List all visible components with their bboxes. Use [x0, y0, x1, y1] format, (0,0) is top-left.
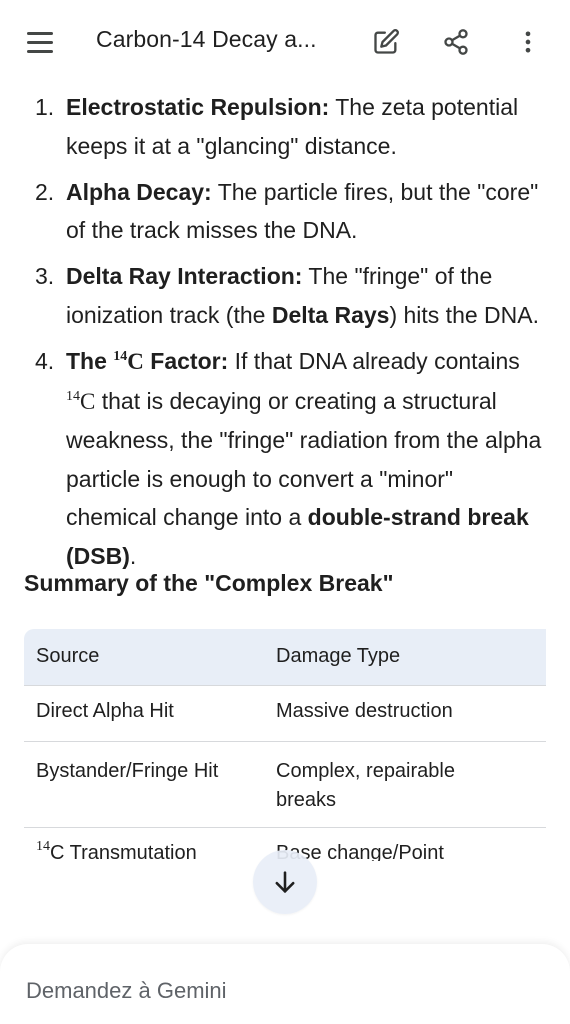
table-cell: Direct Alpha Hit [24, 684, 264, 741]
step-emphasis: Delta Rays [271, 301, 390, 328]
summary-heading: Summary of the "Complex Break" [24, 570, 394, 596]
table-header-row: Source Damage Type [24, 629, 546, 685]
list-item: 2. Alpha Decay: The particle fires, but … [0, 173, 570, 250]
table-cell: Bystander/Fringe Hit [24, 740, 264, 827]
conversation-title[interactable]: Carbon-14 Decay a... [96, 26, 317, 53]
step-text: If that DNA already contains [228, 348, 520, 375]
table-cell: Complex, repairable breaks [264, 740, 514, 827]
table-row: Direct Alpha Hit Massive destruction [24, 684, 546, 741]
prompt-panel: Demandez à Gemini [0, 944, 570, 1024]
step-title: Electrostatic Repulsion: [66, 94, 330, 120]
list-item: 1. Electrostatic Repulsion: The zeta pot… [0, 88, 570, 165]
column-header: Damage Type [276, 645, 401, 668]
table-cell [514, 826, 546, 861]
top-app-bar: Carbon-14 Decay a... [0, 0, 570, 84]
list-number: 1. [35, 94, 55, 120]
scroll-down-button[interactable] [253, 850, 317, 914]
column-header: Source [36, 645, 100, 668]
list-number: 2. [35, 178, 55, 205]
step-title: The 14C Factor: [66, 348, 229, 375]
table-row: Bystander/Fringe Hit Complex, repairable… [24, 740, 546, 827]
steps-list: 1. Electrostatic Repulsion: The zeta pot… [0, 88, 570, 576]
table-cell: 14C Transmutation [24, 826, 264, 861]
edit-icon[interactable] [366, 22, 406, 62]
step-title: Alpha Decay: [66, 178, 212, 205]
list-number: 3. [35, 263, 55, 290]
isotope-label: 14C [66, 388, 96, 414]
step-text: ) hits the DNA. [389, 301, 539, 328]
step-text: . [129, 543, 137, 570]
list-number: 4. [35, 348, 55, 375]
step-title: Delta Ray Interaction: [66, 263, 303, 290]
list-item: 3. Delta Ray Interaction: The "fringe" o… [0, 257, 570, 334]
arrow-down-icon [275, 871, 295, 893]
column-header [514, 629, 546, 685]
prompt-input[interactable]: Demandez à Gemini [26, 978, 227, 1004]
menu-icon[interactable] [20, 22, 60, 62]
list-item: 4. The 14C Factor: If that DNA already c… [0, 342, 570, 576]
isotope-label: 14 [36, 838, 50, 854]
more-vert-icon[interactable] [508, 22, 548, 62]
table-cell [514, 684, 546, 741]
table-cell: Massive destruction [264, 684, 514, 741]
isotope-label: 14C [113, 349, 144, 375]
table-cell [514, 740, 546, 827]
response-content: 1. Electrostatic Repulsion: The zeta pot… [0, 84, 570, 583]
share-icon[interactable] [436, 22, 476, 62]
summary-table[interactable]: Source Damage Type Direct Alpha Hit Mass… [24, 629, 546, 861]
